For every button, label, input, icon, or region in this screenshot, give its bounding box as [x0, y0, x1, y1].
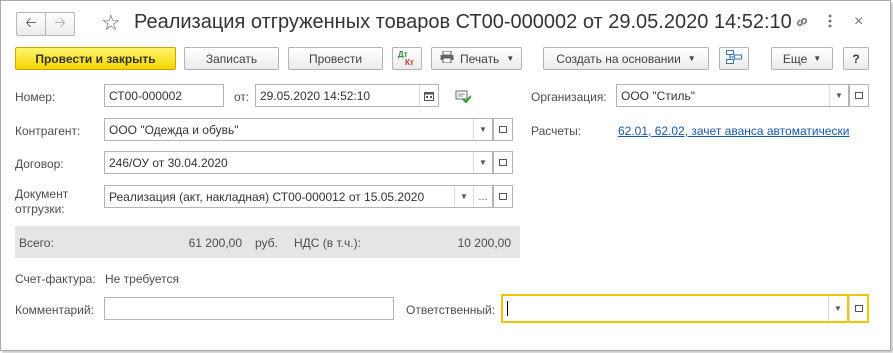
select-ellipsis-button[interactable]: ... [473, 186, 492, 207]
more-button[interactable]: Еще ▼ [771, 47, 833, 70]
open-shipment-doc-button[interactable] [493, 185, 513, 208]
shipment-doc-field[interactable]: Реализация (акт, накладная) СТ00-000012 … [104, 185, 493, 208]
document-window: 🡠 🡢 ☆ Реализация отгруженных товаров СТ0… [0, 0, 891, 351]
currency-label: руб. [255, 236, 278, 250]
open-responsible-button[interactable] [849, 294, 869, 323]
dt-kt-button[interactable]: Дт Кт [392, 47, 422, 70]
organization-field[interactable]: ООО "Стиль" ▼ [616, 84, 849, 107]
back-arrow-icon: 🡠 [25, 14, 37, 30]
comment-field[interactable] [104, 297, 394, 320]
invoice-label: Счет-фактура: [15, 272, 96, 286]
shipment-doc-label-line1: Документ [15, 187, 69, 201]
text-cursor [507, 301, 508, 316]
contract-label: Договор: [15, 157, 64, 171]
close-icon[interactable]: × [854, 13, 863, 31]
document-structure-icon [726, 50, 742, 67]
dropdown-arrow-icon: ▼ [813, 54, 822, 63]
contractor-field[interactable]: ООО "Одежда и обувь" ▼ [104, 118, 493, 141]
open-icon [499, 156, 510, 166]
total-label: Всего: [19, 236, 54, 250]
open-contractor-button[interactable] [493, 118, 513, 141]
total-value: 61 200,00 [188, 236, 242, 250]
number-field[interactable]: СТ00-000002 [104, 84, 224, 107]
date-field[interactable]: 29.05.2020 14:52:10 [255, 84, 439, 107]
settlements-label: Расчеты: [531, 124, 582, 138]
print-button[interactable]: Печать ▼ [431, 47, 522, 70]
number-label: Номер: [15, 90, 56, 104]
open-organization-button[interactable] [849, 84, 869, 107]
more-vertical-icon[interactable] [827, 13, 833, 29]
vat-value: 10 200,00 [457, 236, 511, 250]
back-button[interactable]: 🡠 [16, 12, 46, 36]
page-title: Реализация отгруженных товаров СТ00-0000… [134, 11, 792, 33]
dropdown-arrow-icon: ▼ [506, 54, 515, 63]
contract-field[interactable]: 246/ОУ от 30.04.2020 ▼ [104, 151, 493, 174]
vat-label: НДС (в т.ч.): [294, 236, 361, 250]
create-based-on-button[interactable]: Создать на основании ▼ [543, 47, 709, 70]
open-icon [854, 302, 866, 312]
contractor-label: Контрагент: [15, 124, 81, 138]
posted-status-icon [455, 89, 472, 106]
calendar-icon[interactable] [419, 85, 438, 106]
chevron-down-icon[interactable]: ▼ [473, 119, 492, 140]
post-button[interactable]: Провести [288, 47, 383, 70]
comment-label: Комментарий: [15, 303, 94, 317]
link-icon[interactable] [794, 14, 810, 30]
printer-icon [440, 50, 454, 66]
open-icon [499, 190, 510, 200]
open-contract-button[interactable] [493, 151, 513, 174]
date-label: от: [234, 90, 250, 104]
open-icon [855, 89, 866, 99]
settlements-link[interactable]: 62.01, 62.02, зачет аванса автоматически [618, 124, 849, 138]
post-and-close-button[interactable]: Провести и закрыть [15, 47, 176, 70]
help-button[interactable]: ? [843, 47, 869, 70]
chevron-down-icon[interactable]: ▼ [828, 296, 847, 321]
chevron-down-icon[interactable]: ▼ [473, 152, 492, 173]
forward-button[interactable]: 🡢 [45, 12, 75, 36]
shipment-doc-label-line2: отгрузки: [15, 202, 65, 216]
responsible-label: Ответственный: [406, 303, 496, 317]
open-icon [499, 123, 510, 133]
forward-arrow-icon: 🡢 [54, 14, 66, 30]
organization-label: Организация: [531, 90, 607, 104]
responsible-field[interactable]: ▼ [501, 294, 849, 323]
save-button[interactable]: Записать [184, 47, 279, 70]
invoice-value: Не требуется [105, 272, 179, 286]
structure-icon-button[interactable] [719, 47, 749, 70]
chevron-down-icon[interactable]: ▼ [829, 85, 848, 106]
dropdown-arrow-icon: ▼ [687, 54, 696, 63]
star-icon[interactable]: ☆ [101, 10, 121, 36]
chevron-down-icon[interactable]: ▼ [454, 186, 473, 207]
dt-kt-icon: Дт Кт [398, 49, 414, 67]
